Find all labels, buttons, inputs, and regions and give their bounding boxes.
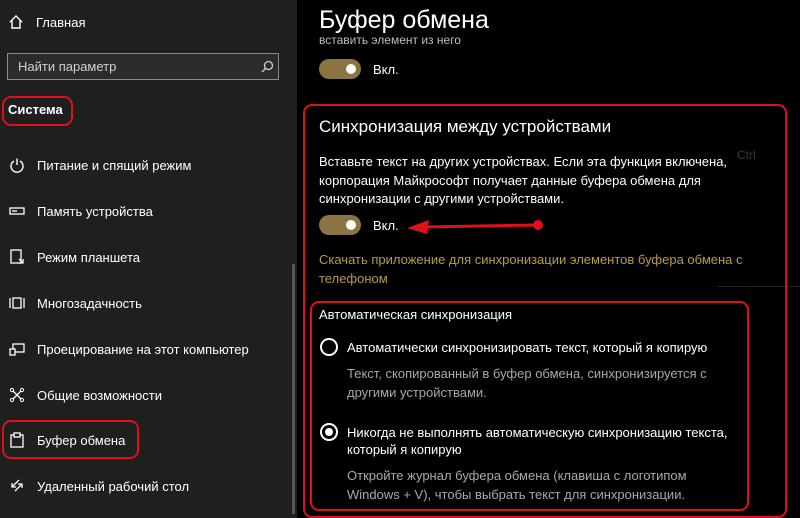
clipboard-history-toggle[interactable]: [319, 59, 361, 79]
sidebar-item-label: Режим планшета: [37, 249, 140, 265]
sidebar-item-shared-experiences[interactable]: Общие возможности: [8, 383, 162, 407]
sidebar-item-storage[interactable]: Память устройства: [8, 199, 153, 223]
highlight-clipboard: [2, 420, 139, 459]
sidebar: Главная Система Питание и спящий режим П…: [0, 0, 297, 518]
search-box[interactable]: [7, 53, 279, 80]
sidebar-item-label: Удаленный рабочий стол: [37, 478, 190, 494]
nav-home[interactable]: Главная: [8, 10, 85, 34]
tablet-icon: [8, 248, 26, 266]
clipboard-history-description: вставить элемент из него: [319, 37, 461, 46]
power-icon: [8, 156, 26, 174]
highlight-auto-sync-section: [310, 301, 749, 511]
page-title: Буфер обмена: [319, 6, 489, 34]
sidebar-item-label: Память устройства: [37, 203, 153, 219]
shared-experiences-icon: [8, 386, 26, 404]
sidebar-item-remote-desktop[interactable]: Удаленный рабочий стол: [8, 474, 189, 498]
projecting-icon: [8, 340, 26, 358]
storage-icon: [8, 202, 26, 220]
search-input[interactable]: [8, 58, 256, 75]
sidebar-item-label: Питание и спящий режим: [37, 157, 192, 173]
sidebar-item-label: Проецирование на этот компьютер: [37, 341, 249, 357]
nav-home-label: Главная: [36, 14, 86, 30]
sidebar-item-power[interactable]: Питание и спящий режим: [8, 153, 191, 177]
search-icon[interactable]: [256, 60, 278, 73]
sidebar-item-label: Многозадачность: [37, 295, 142, 311]
sidebar-scrollbar[interactable]: [292, 264, 295, 514]
multitasking-icon: [8, 294, 26, 312]
home-icon: [9, 15, 23, 29]
sidebar-item-multitasking[interactable]: Многозадачность: [8, 291, 142, 315]
clipboard-history-toggle-label: Вкл.: [373, 62, 399, 77]
highlight-system: [2, 96, 73, 126]
main-content: Буфер обмена вставить элемент из него Вк…: [297, 0, 800, 518]
sidebar-item-label: Общие возможности: [37, 387, 163, 403]
remote-desktop-icon: [8, 477, 26, 495]
sidebar-item-tablet[interactable]: Режим планшета: [8, 245, 140, 269]
sidebar-item-projecting[interactable]: Проецирование на этот компьютер: [8, 337, 249, 361]
